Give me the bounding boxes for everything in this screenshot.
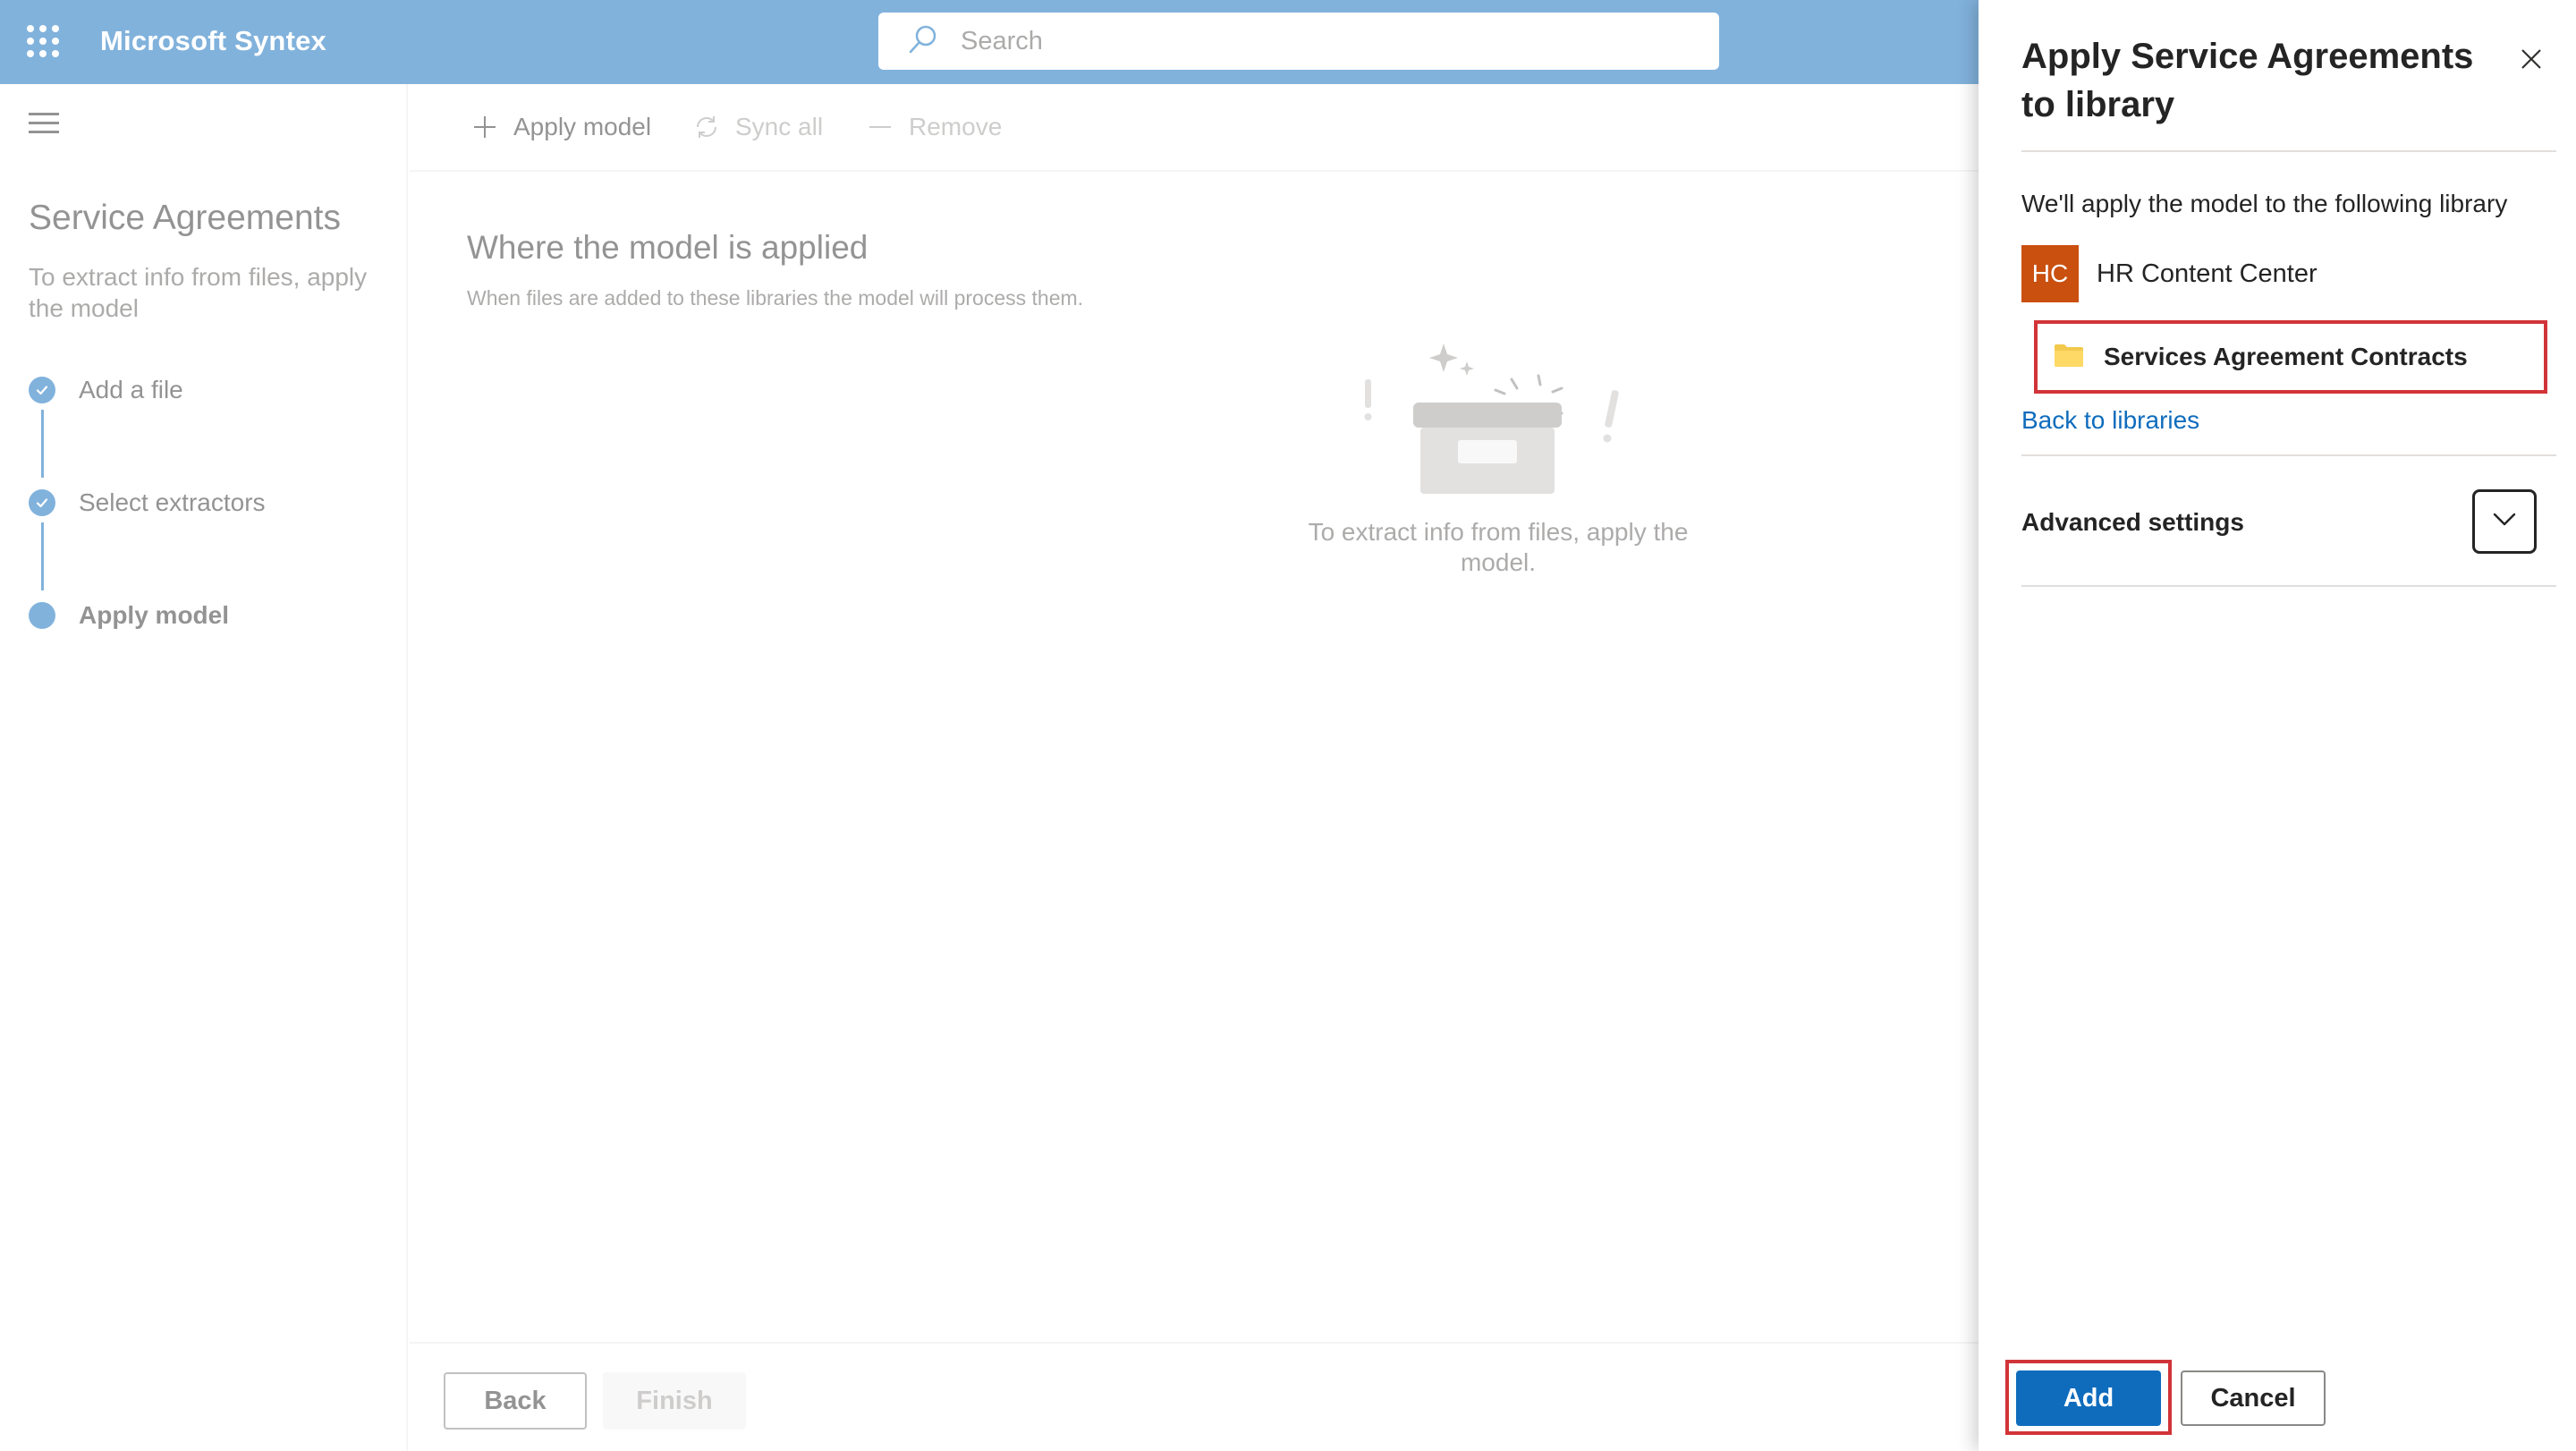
folder-icon <box>2054 343 2084 372</box>
panel-divider <box>2021 454 2556 456</box>
chevron-down-icon <box>2492 512 2517 532</box>
panel-divider <box>2021 585 2556 587</box>
back-to-libraries-link[interactable]: Back to libraries <box>2021 406 2199 435</box>
add-button[interactable]: Add <box>2016 1370 2161 1426</box>
advanced-settings-toggle[interactable] <box>2472 489 2537 554</box>
site-name: HR Content Center <box>2097 259 2318 288</box>
advanced-settings-label: Advanced settings <box>2021 508 2244 536</box>
apply-intro-text: We'll apply the model to the following l… <box>2021 190 2508 217</box>
library-name: Services Agreement Contracts <box>2104 343 2468 370</box>
apply-model-panel: Apply Service Agreements to library We'l… <box>1979 0 2576 1451</box>
close-icon[interactable] <box>2517 45 2546 73</box>
selected-library[interactable]: Services Agreement Contracts <box>2034 320 2547 394</box>
panel-overlay[interactable] <box>0 0 1979 1451</box>
panel-title: Apply Service Agreements to library <box>2021 37 2474 124</box>
site-avatar: HC <box>2021 245 2079 302</box>
cancel-button[interactable]: Cancel <box>2181 1370 2326 1426</box>
panel-divider <box>2021 150 2556 152</box>
site-row: HC HR Content Center <box>2021 245 2318 302</box>
